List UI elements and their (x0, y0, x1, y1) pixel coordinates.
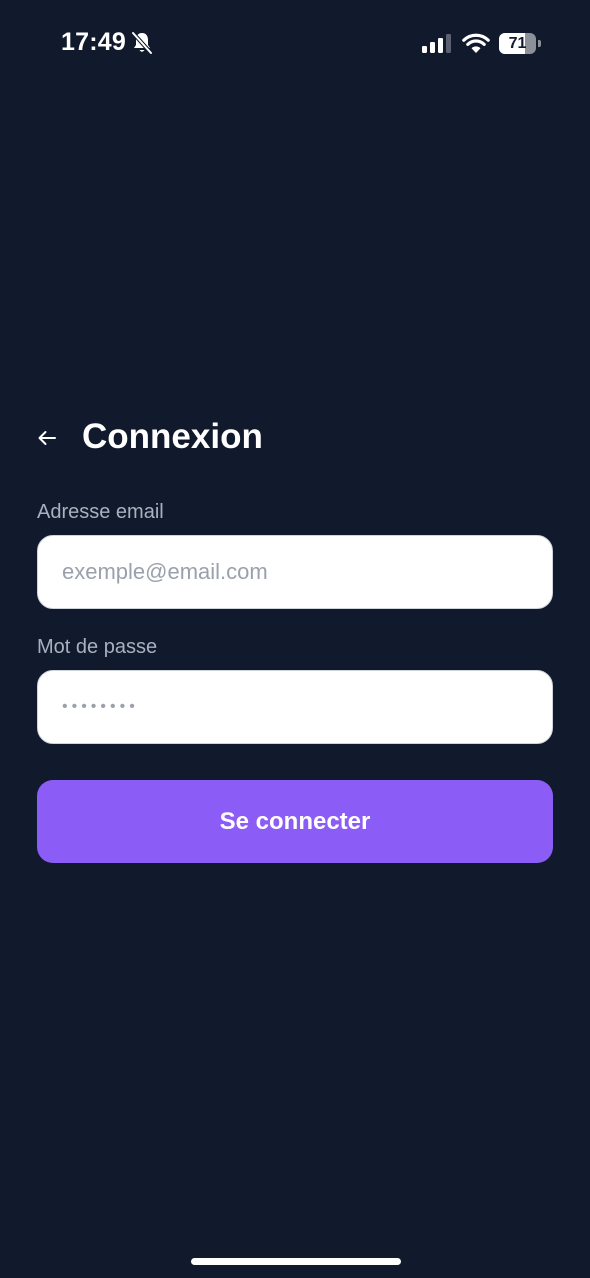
wifi-icon (462, 33, 490, 53)
home-indicator (191, 1258, 401, 1265)
battery-icon: 71 (499, 33, 542, 54)
battery-body: 71 (499, 33, 536, 54)
status-time: 17:49 (61, 28, 126, 56)
battery-tip (538, 40, 541, 47)
bell-slash-icon (131, 31, 153, 55)
password-input[interactable] (37, 670, 553, 744)
page-title: Connexion (82, 417, 263, 456)
cellular-signal-icon (422, 34, 451, 53)
email-input[interactable] (37, 535, 553, 609)
back-button[interactable] (30, 420, 64, 456)
status-bar: 17:49 71 (0, 0, 590, 88)
battery-level: 71 (508, 35, 527, 52)
password-label: Mot de passe (37, 636, 158, 658)
arrow-left-icon (38, 431, 56, 445)
email-label: Adresse email (37, 501, 164, 523)
login-button[interactable]: Se connecter (37, 780, 553, 863)
